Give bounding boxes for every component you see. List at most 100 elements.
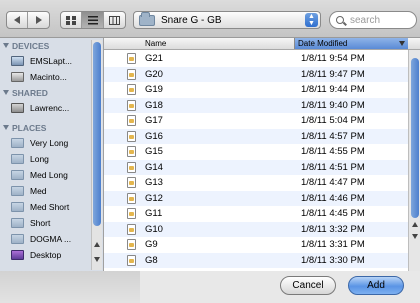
sidebar-item-lawrence[interactable]: Lawrenc... [0, 100, 103, 116]
cancel-button[interactable]: Cancel [280, 276, 336, 295]
sidebar-item-label: EMSLapt... [30, 56, 73, 66]
file-row[interactable]: G9 1/8/11 3:31 PM [104, 237, 408, 253]
sidebar-section-devices[interactable]: DEVICES [0, 38, 103, 53]
audio-file-icon [127, 254, 136, 266]
file-name: G15 [145, 146, 163, 157]
sidebar-item-dogma[interactable]: DOGMA ... [0, 231, 103, 247]
background-panel [0, 271, 140, 303]
audio-file-icon [127, 84, 136, 95]
folder-icon [11, 138, 24, 148]
location-popup[interactable]: Snare G - GB ▲ ▼ [133, 11, 321, 29]
sidebar: DEVICES EMSLapt... Macinto... SHARED Law… [0, 38, 104, 271]
file-row[interactable]: G11 1/8/11 4:45 PM [104, 206, 408, 222]
network-computer-icon [11, 103, 24, 113]
sidebar-item-long[interactable]: Long [0, 151, 103, 167]
sidebar-item-macintosh[interactable]: Macinto... [0, 69, 103, 85]
icon-view-icon [66, 15, 76, 25]
icon-view-button[interactable] [61, 12, 82, 28]
file-date: 1/8/11 9:40 PM [301, 99, 365, 111]
sidebar-item-desktop[interactable]: Desktop [0, 247, 103, 263]
sidebar-scrollbar[interactable] [91, 40, 102, 270]
column-header-name[interactable]: Name [145, 39, 166, 48]
search-field[interactable]: search [329, 11, 417, 29]
sort-descending-icon [399, 41, 405, 46]
file-name: G14 [145, 161, 163, 173]
audio-file-icon [127, 239, 136, 250]
list-view-button[interactable] [82, 12, 104, 28]
file-row[interactable]: G20 1/8/11 9:47 PM [104, 66, 408, 82]
scroll-up-arrow-icon[interactable] [94, 242, 100, 247]
folder-icon [11, 154, 24, 164]
file-date: 1/8/11 4:51 PM [301, 161, 365, 173]
column-view-button[interactable] [104, 12, 125, 28]
sidebar-item-label: Med Long [30, 170, 68, 180]
file-row[interactable]: G17 1/8/11 5:04 PM [104, 113, 408, 129]
dialog-footer: Cancel Add [0, 271, 420, 303]
sidebar-item-very-long[interactable]: Very Long [0, 135, 103, 151]
disclosure-triangle-icon[interactable] [3, 125, 9, 130]
disclosure-triangle-icon[interactable] [3, 43, 9, 48]
file-list: Name Date Modified G21 1/8/11 9:54 PM G20… [104, 38, 420, 271]
sidebar-item-label: Short [30, 218, 51, 228]
file-name: G18 [145, 99, 163, 111]
column-header-date-modified[interactable]: Date Modified [294, 38, 408, 49]
toolbar: Snare G - GB ▲ ▼ search [0, 0, 420, 38]
file-row[interactable]: G12 1/8/11 4:46 PM [104, 190, 408, 206]
back-button[interactable] [7, 12, 28, 28]
sidebar-item-label: DOGMA ... [30, 234, 72, 244]
back-arrow-icon [14, 16, 20, 24]
file-row[interactable]: G15 1/8/11 4:55 PM [104, 144, 408, 160]
sidebar-item-label: Long [30, 154, 49, 164]
list-header: Name Date Modified [104, 38, 420, 50]
file-row[interactable]: G10 1/8/11 3:32 PM [104, 221, 408, 237]
sidebar-section-places[interactable]: PLACES [0, 120, 103, 135]
forward-button[interactable] [28, 12, 49, 28]
audio-file-icon [127, 208, 136, 219]
sidebar-item-emslaptop[interactable]: EMSLapt... [0, 53, 103, 69]
disclosure-triangle-icon[interactable] [3, 90, 9, 95]
sidebar-item-med[interactable]: Med [0, 183, 103, 199]
column-header-label: Date Modified [298, 39, 348, 48]
file-row[interactable]: G21 1/8/11 9:54 PM [104, 51, 408, 67]
audio-file-icon [127, 177, 136, 188]
file-date: 1/8/11 9:54 PM [301, 53, 365, 64]
section-title: DEVICES [12, 40, 50, 51]
file-row[interactable]: G19 1/8/11 9:44 PM [104, 82, 408, 98]
file-date: 1/8/11 4:57 PM [301, 130, 365, 142]
forward-arrow-icon [35, 16, 42, 24]
scroll-down-arrow-icon[interactable] [412, 234, 418, 239]
file-row[interactable]: G14 1/8/11 4:51 PM [104, 159, 408, 175]
sidebar-item-label: Lawrenc... [30, 103, 70, 113]
sidebar-item-med-short[interactable]: Med Short [0, 199, 103, 215]
sidebar-section-shared[interactable]: SHARED [0, 85, 103, 100]
scroll-down-arrow-icon[interactable] [94, 257, 100, 262]
file-name: G19 [145, 84, 163, 95]
section-title: SHARED [12, 87, 48, 98]
file-row[interactable]: G18 1/8/11 9:40 PM [104, 97, 408, 113]
file-list-scrollbar[interactable] [408, 50, 420, 271]
file-list-scroll-thumb[interactable] [411, 58, 419, 218]
file-name: G13 [145, 177, 163, 188]
folder-icon [11, 186, 24, 196]
file-date: 1/8/11 4:47 PM [301, 177, 365, 188]
view-mode-control [60, 11, 126, 29]
file-name: G8 [145, 254, 158, 266]
sidebar-scroll-thumb[interactable] [93, 42, 101, 226]
folder-icon [139, 11, 155, 26]
file-row[interactable]: G13 1/8/11 4:47 PM [104, 175, 408, 191]
scroll-up-arrow-icon[interactable] [412, 222, 418, 227]
sidebar-item-short[interactable]: Short [0, 215, 103, 231]
folder-icon [11, 202, 24, 212]
search-icon [336, 16, 344, 24]
file-date: 1/8/11 9:44 PM [301, 84, 365, 95]
file-row[interactable]: G8 1/8/11 3:30 PM [104, 252, 408, 268]
audio-file-icon [127, 68, 136, 80]
sidebar-item-med-long[interactable]: Med Long [0, 167, 103, 183]
add-button[interactable]: Add [348, 276, 404, 295]
audio-file-icon [127, 53, 136, 64]
audio-file-icon [127, 115, 136, 126]
file-name: G11 [145, 208, 163, 219]
section-title: PLACES [12, 122, 47, 133]
file-row[interactable]: G16 1/8/11 4:57 PM [104, 128, 408, 144]
folder-icon [11, 234, 24, 244]
